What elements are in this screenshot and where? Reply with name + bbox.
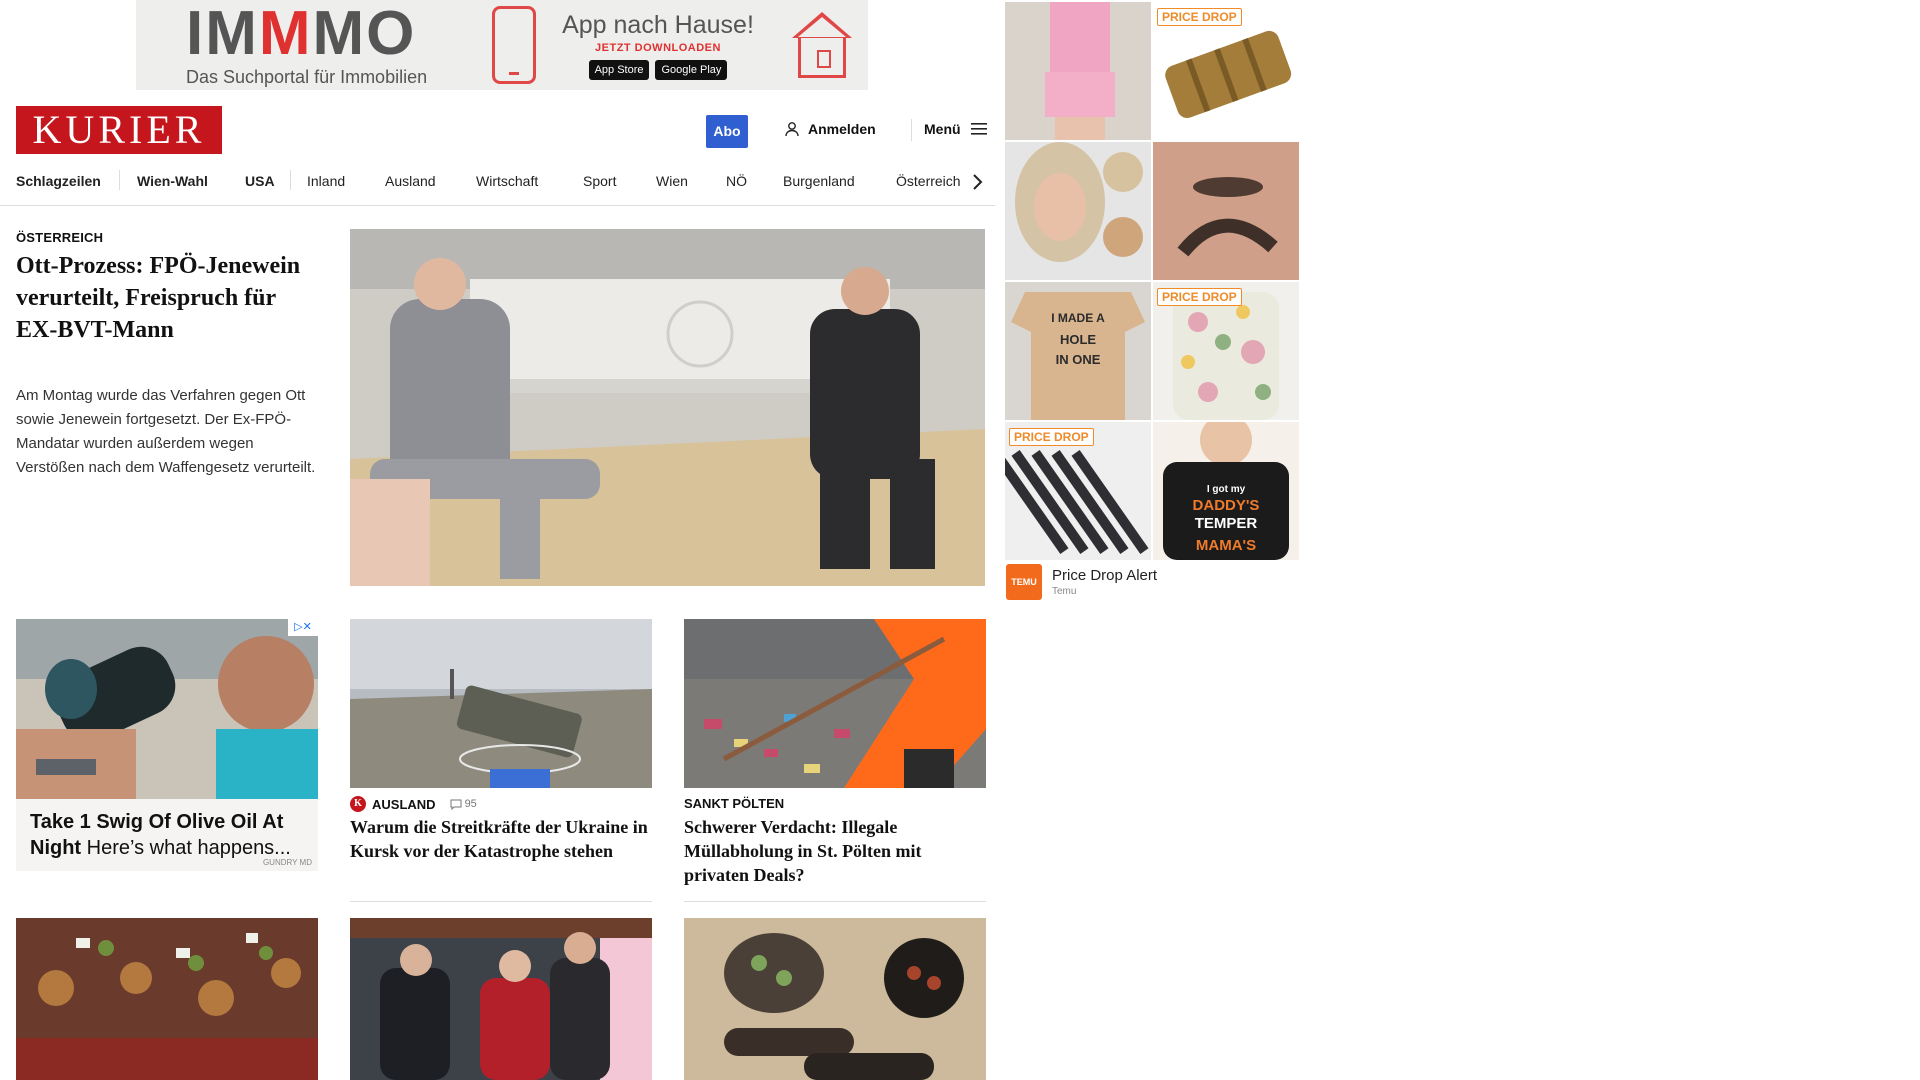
article-image-crowd[interactable] [16, 918, 318, 1080]
immmo-banner-ad[interactable]: IMMMO Das Suchportal für Immobilien App … [136, 0, 868, 90]
ad-subtitle: Here’s what happens... [86, 837, 291, 859]
ad-footer-advertiser: Temu [1052, 586, 1077, 597]
lead-teaser: Am Montag wurde das Verfahren gegen Ott … [16, 387, 316, 476]
user-icon [785, 122, 799, 137]
ad-tile-pens[interactable]: PRICE DROP [1005, 422, 1151, 560]
svg-text:I got my: I got my [1207, 484, 1246, 495]
phone-icon [492, 6, 536, 84]
google-play-badge[interactable]: Google Play [655, 59, 728, 80]
nav-item-usa[interactable]: USA [245, 173, 275, 189]
lead-headline[interactable]: Ott-Prozess: FPÖ-Jenewein verurteilt, Fr… [16, 250, 316, 346]
comment-count[interactable]: 95 [450, 798, 477, 810]
menu-button[interactable]: Menü [924, 121, 987, 137]
menu-label: Menü [924, 121, 961, 137]
article-image-st-poelten[interactable] [684, 619, 986, 788]
nav-divider [119, 170, 120, 190]
kurier-plus-badge: K [350, 796, 366, 812]
ad-tile-floral-jacket[interactable]: PRICE DROP [1153, 282, 1299, 420]
nav-item-schlagzeilen[interactable]: Schlagzeilen [16, 173, 101, 189]
section-nav: Schlagzeilen Wien-Wahl USA Inland Auslan… [0, 164, 995, 206]
ad-footer-title: Price Drop Alert [1052, 567, 1158, 584]
svg-text:IN ONE: IN ONE [1056, 352, 1101, 367]
ad-tile-wigs[interactable] [1005, 142, 1151, 280]
article-image-kursk[interactable] [350, 619, 652, 788]
nav-item-wien[interactable]: Wien [656, 173, 688, 189]
chevron-right-icon[interactable] [970, 168, 984, 196]
hamburger-icon [970, 123, 987, 135]
kurier-logo[interactable]: KURIER [16, 106, 222, 154]
card-headline-st-poelten[interactable]: Schwerer Verdacht: Illegale Müllabholung… [684, 815, 986, 887]
sponsored-ad-card[interactable]: ▷✕ Take 1 Swig Of Olive Oil At Night Her… [16, 619, 318, 871]
immmo-logo: IMMMO Das Suchportal für Immobilien [136, 2, 466, 88]
svg-text:I MADE A: I MADE A [1051, 311, 1105, 325]
price-drop-badge: PRICE DROP [1157, 8, 1242, 26]
immmo-tagline: Das Suchportal für Immobilien [186, 66, 428, 87]
nav-item-inland[interactable]: Inland [307, 173, 345, 189]
banner-app-title: App nach Hause! [562, 10, 754, 39]
card-divider [684, 901, 986, 902]
nav-item-wien-wahl[interactable]: Wien-Wahl [137, 173, 208, 189]
comment-icon [450, 799, 462, 810]
ad-image [16, 619, 318, 799]
card-divider [350, 901, 652, 902]
nav-item-ausland[interactable]: Ausland [385, 173, 436, 189]
card-headline-kursk[interactable]: Warum die Streitkräfte der Ukraine in Ku… [350, 815, 652, 863]
lead-kicker[interactable]: ÖSTERREICH [16, 230, 103, 245]
article-image-food[interactable] [684, 918, 986, 1080]
temu-ad-footer[interactable]: TEMU Price Drop Alert Temu [1003, 562, 1301, 602]
ad-tile-golf-shirt[interactable]: I MADE A HOLE IN ONE [1005, 282, 1151, 420]
temu-side-ad[interactable]: ▷ ✕ PRICE DROP I MADE AHOLEIN ONE PRICE … [1003, 0, 1301, 602]
login-label: Anmelden [808, 121, 876, 137]
ad-tile-cryptex[interactable]: PRICE DROP [1153, 2, 1299, 140]
house-icon [788, 10, 852, 80]
price-drop-badge: PRICE DROP [1009, 428, 1094, 446]
ad-brand: GUNDRY MD [262, 858, 312, 867]
nav-item-noe[interactable]: NÖ [726, 173, 747, 189]
ad-tile-pink-set[interactable] [1005, 2, 1151, 140]
abo-button[interactable]: Abo [706, 115, 748, 148]
adchoices-icon[interactable]: ▷✕ [288, 619, 318, 636]
svg-text:DADDY'S: DADDY'S [1193, 497, 1260, 514]
nav-item-burgenland[interactable]: Burgenland [783, 173, 855, 189]
article-image-royals[interactable] [350, 918, 652, 1080]
svg-text:HOLE: HOLE [1060, 332, 1096, 347]
svg-text:MAMA'S: MAMA'S [1196, 537, 1256, 554]
nav-divider [290, 170, 291, 190]
banner-app-sub: JETZT DOWNLOADEN [595, 41, 721, 54]
price-drop-badge: PRICE DROP [1157, 288, 1242, 306]
app-store-badge[interactable]: App Store [588, 59, 650, 80]
header-divider [911, 119, 912, 141]
nav-item-sport[interactable]: Sport [583, 173, 616, 189]
svg-text:TEMPER: TEMPER [1195, 515, 1258, 532]
card-kicker-ausland[interactable]: K AUSLAND 95 [350, 796, 477, 812]
ad-tile-kids-shirt[interactable]: I got my DADDY'S TEMPER MAMA'S [1153, 422, 1299, 560]
login-button[interactable]: Anmelden [784, 121, 876, 137]
lead-image[interactable] [350, 229, 985, 586]
card-kicker-sankt-poelten[interactable]: SANKT PÖLTEN [684, 796, 784, 811]
ad-tile-insects[interactable] [1153, 142, 1299, 280]
temu-logo: TEMU [1006, 564, 1042, 600]
nav-item-oesterreich[interactable]: Österreich [896, 173, 961, 189]
nav-item-wirtschaft[interactable]: Wirtschaft [476, 173, 538, 189]
